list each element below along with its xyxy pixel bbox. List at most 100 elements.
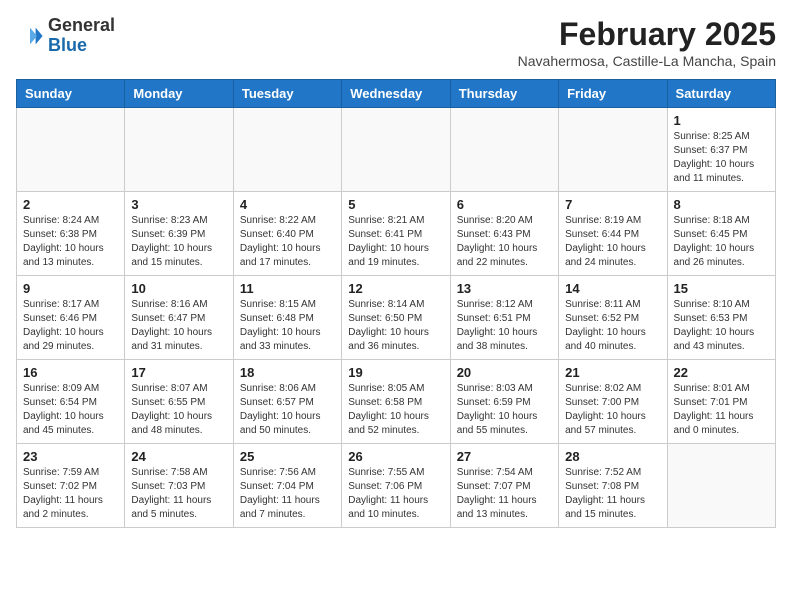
calendar-cell: 25 Sunrise: 7:56 AM Sunset: 7:04 PM Dayli… xyxy=(233,444,341,528)
day-info: Sunrise: 8:16 AM Sunset: 6:47 PM Dayligh… xyxy=(131,298,226,354)
calendar-header-thursday: Thursday xyxy=(450,80,558,108)
calendar-cell: 27 Sunrise: 7:54 AM Sunset: 7:07 PM Dayli… xyxy=(450,444,558,528)
day-info: Sunrise: 8:20 AM Sunset: 6:43 PM Dayligh… xyxy=(457,214,552,270)
day-info: Sunrise: 8:01 AM Sunset: 7:01 PM Dayligh… xyxy=(674,382,769,438)
day-info: Sunrise: 8:02 AM Sunset: 7:00 PM Dayligh… xyxy=(565,382,660,438)
day-info: Sunrise: 7:59 AM Sunset: 7:02 PM Dayligh… xyxy=(23,466,118,522)
calendar-cell xyxy=(17,108,125,192)
day-info: Sunrise: 7:54 AM Sunset: 7:07 PM Dayligh… xyxy=(457,466,552,522)
day-info: Sunrise: 8:05 AM Sunset: 6:58 PM Dayligh… xyxy=(348,382,443,438)
calendar-cell: 11 Sunrise: 8:15 AM Sunset: 6:48 PM Dayli… xyxy=(233,276,341,360)
calendar-cell: 4 Sunrise: 8:22 AM Sunset: 6:40 PM Daylig… xyxy=(233,192,341,276)
day-number: 11 xyxy=(240,281,335,296)
day-number: 18 xyxy=(240,365,335,380)
day-info: Sunrise: 8:10 AM Sunset: 6:53 PM Dayligh… xyxy=(674,298,769,354)
day-number: 19 xyxy=(348,365,443,380)
calendar-week-1: 2Sunrise: 8:24 AM Sunset: 6:38 PM Daylig… xyxy=(17,192,776,276)
day-number: 26 xyxy=(348,449,443,464)
calendar-cell: 2Sunrise: 8:24 AM Sunset: 6:38 PM Daylig… xyxy=(17,192,125,276)
day-number: 20 xyxy=(457,365,552,380)
calendar-header-friday: Friday xyxy=(559,80,667,108)
day-number: 14 xyxy=(565,281,660,296)
calendar-week-0: 1Sunrise: 8:25 AM Sunset: 6:37 PM Daylig… xyxy=(17,108,776,192)
day-number: 17 xyxy=(131,365,226,380)
day-info: Sunrise: 8:07 AM Sunset: 6:55 PM Dayligh… xyxy=(131,382,226,438)
calendar-header-sunday: Sunday xyxy=(17,80,125,108)
calendar-header-monday: Monday xyxy=(125,80,233,108)
day-info: Sunrise: 8:12 AM Sunset: 6:51 PM Dayligh… xyxy=(457,298,552,354)
day-number: 4 xyxy=(240,197,335,212)
day-number: 12 xyxy=(348,281,443,296)
calendar-cell: 12 Sunrise: 8:14 AM Sunset: 6:50 PM Dayli… xyxy=(342,276,450,360)
day-info: Sunrise: 8:18 AM Sunset: 6:45 PM Dayligh… xyxy=(674,214,769,270)
calendar-cell: 22 Sunrise: 8:01 AM Sunset: 7:01 PM Dayli… xyxy=(667,360,775,444)
day-number: 2 xyxy=(23,197,118,212)
calendar-cell: 21 Sunrise: 8:02 AM Sunset: 7:00 PM Dayli… xyxy=(559,360,667,444)
day-number: 7 xyxy=(565,197,660,212)
day-number: 6 xyxy=(457,197,552,212)
calendar-table: SundayMondayTuesdayWednesdayThursdayFrid… xyxy=(16,79,776,528)
location-subtitle: Navahermosa, Castille-La Mancha, Spain xyxy=(518,53,776,69)
calendar-cell: 20 Sunrise: 8:03 AM Sunset: 6:59 PM Dayli… xyxy=(450,360,558,444)
day-number: 22 xyxy=(674,365,769,380)
day-info: Sunrise: 7:58 AM Sunset: 7:03 PM Dayligh… xyxy=(131,466,226,522)
calendar-cell: 24 Sunrise: 7:58 AM Sunset: 7:03 PM Dayli… xyxy=(125,444,233,528)
calendar-cell: 6 Sunrise: 8:20 AM Sunset: 6:43 PM Daylig… xyxy=(450,192,558,276)
calendar-cell: 9Sunrise: 8:17 AM Sunset: 6:46 PM Daylig… xyxy=(17,276,125,360)
day-info: Sunrise: 8:03 AM Sunset: 6:59 PM Dayligh… xyxy=(457,382,552,438)
calendar-cell: 23 Sunrise: 7:59 AM Sunset: 7:02 PM Dayli… xyxy=(17,444,125,528)
day-number: 15 xyxy=(674,281,769,296)
calendar-cell xyxy=(667,444,775,528)
day-info: Sunrise: 7:56 AM Sunset: 7:04 PM Dayligh… xyxy=(240,466,335,522)
calendar-cell: 3 Sunrise: 8:23 AM Sunset: 6:39 PM Daylig… xyxy=(125,192,233,276)
logo-blue: Blue xyxy=(48,35,87,55)
calendar-cell: 15 Sunrise: 8:10 AM Sunset: 6:53 PM Dayli… xyxy=(667,276,775,360)
calendar-cell: 26 Sunrise: 7:55 AM Sunset: 7:06 PM Dayli… xyxy=(342,444,450,528)
day-number: 23 xyxy=(23,449,118,464)
calendar-cell: 5Sunrise: 8:21 AM Sunset: 6:41 PM Daylig… xyxy=(342,192,450,276)
page-header: General Blue February 2025 Navahermosa, … xyxy=(16,16,776,69)
day-number: 24 xyxy=(131,449,226,464)
month-title: February 2025 xyxy=(518,16,776,53)
day-info: Sunrise: 8:22 AM Sunset: 6:40 PM Dayligh… xyxy=(240,214,335,270)
day-number: 8 xyxy=(674,197,769,212)
day-info: Sunrise: 8:06 AM Sunset: 6:57 PM Dayligh… xyxy=(240,382,335,438)
calendar-header-saturday: Saturday xyxy=(667,80,775,108)
day-number: 1 xyxy=(674,113,769,128)
day-number: 3 xyxy=(131,197,226,212)
calendar-cell xyxy=(450,108,558,192)
day-info: Sunrise: 8:14 AM Sunset: 6:50 PM Dayligh… xyxy=(348,298,443,354)
title-block: February 2025 Navahermosa, Castille-La M… xyxy=(518,16,776,69)
day-number: 27 xyxy=(457,449,552,464)
logo-text: General Blue xyxy=(48,16,115,56)
day-number: 13 xyxy=(457,281,552,296)
day-info: Sunrise: 8:09 AM Sunset: 6:54 PM Dayligh… xyxy=(23,382,118,438)
calendar-header-tuesday: Tuesday xyxy=(233,80,341,108)
calendar-cell xyxy=(233,108,341,192)
calendar-cell: 13 Sunrise: 8:12 AM Sunset: 6:51 PM Dayli… xyxy=(450,276,558,360)
calendar-cell: 1Sunrise: 8:25 AM Sunset: 6:37 PM Daylig… xyxy=(667,108,775,192)
calendar-cell xyxy=(125,108,233,192)
day-info: Sunrise: 7:55 AM Sunset: 7:06 PM Dayligh… xyxy=(348,466,443,522)
day-info: Sunrise: 8:15 AM Sunset: 6:48 PM Dayligh… xyxy=(240,298,335,354)
logo-icon xyxy=(16,22,44,50)
calendar-cell xyxy=(342,108,450,192)
calendar-header-row: SundayMondayTuesdayWednesdayThursdayFrid… xyxy=(17,80,776,108)
calendar-header-wednesday: Wednesday xyxy=(342,80,450,108)
calendar-cell: 28Sunrise: 7:52 AM Sunset: 7:08 PM Dayli… xyxy=(559,444,667,528)
calendar-cell: 8 Sunrise: 8:18 AM Sunset: 6:45 PM Daylig… xyxy=(667,192,775,276)
day-number: 16 xyxy=(23,365,118,380)
logo: General Blue xyxy=(16,16,115,56)
calendar-cell xyxy=(559,108,667,192)
day-number: 25 xyxy=(240,449,335,464)
calendar-week-2: 9Sunrise: 8:17 AM Sunset: 6:46 PM Daylig… xyxy=(17,276,776,360)
calendar-cell: 14Sunrise: 8:11 AM Sunset: 6:52 PM Dayli… xyxy=(559,276,667,360)
calendar-cell: 18 Sunrise: 8:06 AM Sunset: 6:57 PM Dayli… xyxy=(233,360,341,444)
calendar-cell: 7Sunrise: 8:19 AM Sunset: 6:44 PM Daylig… xyxy=(559,192,667,276)
calendar-cell: 16 Sunrise: 8:09 AM Sunset: 6:54 PM Dayli… xyxy=(17,360,125,444)
calendar-week-4: 23 Sunrise: 7:59 AM Sunset: 7:02 PM Dayli… xyxy=(17,444,776,528)
day-number: 9 xyxy=(23,281,118,296)
day-number: 21 xyxy=(565,365,660,380)
day-number: 5 xyxy=(348,197,443,212)
day-info: Sunrise: 8:23 AM Sunset: 6:39 PM Dayligh… xyxy=(131,214,226,270)
